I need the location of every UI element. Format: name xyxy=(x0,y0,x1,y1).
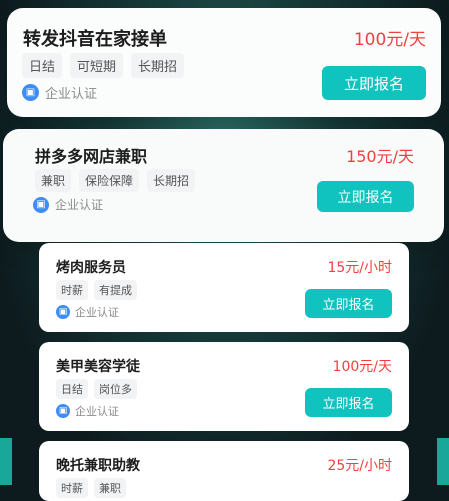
job-card[interactable]: 转发抖音在家接单 100元/天 日结 可短期 长期招 ▣ 企业认证 立即报名 xyxy=(7,8,441,117)
job-tags: 时薪 兼职 xyxy=(56,478,126,498)
company-certification: ▣ 企业认证 xyxy=(56,403,119,419)
job-tag: 岗位多 xyxy=(94,379,137,399)
apply-button[interactable]: 立即报名 xyxy=(305,388,392,417)
job-tag: 日结 xyxy=(56,379,88,399)
left-edge-strip xyxy=(0,438,12,485)
job-tag: 长期招 xyxy=(131,53,185,78)
apply-button[interactable]: 立即报名 xyxy=(322,66,426,100)
job-tag: 有提成 xyxy=(94,280,137,300)
apply-button[interactable]: 立即报名 xyxy=(305,289,392,318)
job-tag: 保险保障 xyxy=(79,169,140,192)
right-edge-strip xyxy=(437,438,449,485)
job-tags: 日结 岗位多 xyxy=(56,379,137,399)
job-salary: 25元/小时 xyxy=(327,458,392,474)
job-tag: 可短期 xyxy=(70,53,124,78)
company-certification: ▣ 企业认证 xyxy=(56,304,119,320)
job-tags: 日结 可短期 长期招 xyxy=(22,53,185,78)
certification-label: 企业认证 xyxy=(75,405,119,418)
certification-label: 企业认证 xyxy=(55,198,104,212)
job-card[interactable]: 美甲美容学徒 100元/天 日结 岗位多 ▣ 企业认证 立即报名 xyxy=(39,342,409,431)
job-title: 晚托兼职助教 xyxy=(56,458,140,474)
company-certification: ▣ 企业认证 xyxy=(22,83,97,102)
job-tag: 长期招 xyxy=(147,169,196,192)
job-salary: 15元/小时 xyxy=(327,260,392,276)
job-tag: 时薪 xyxy=(56,478,88,498)
job-tag: 兼职 xyxy=(94,478,126,498)
job-card[interactable]: 拼多多网店兼职 150元/天 兼职 保险保障 长期招 ▣ 企业认证 立即报名 xyxy=(3,129,444,242)
job-title: 烤肉服务员 xyxy=(56,260,126,276)
job-card[interactable]: 晚托兼职助教 25元/小时 时薪 兼职 xyxy=(39,441,409,501)
job-tag: 时薪 xyxy=(56,280,88,300)
certification-label: 企业认证 xyxy=(45,87,98,102)
apply-button[interactable]: 立即报名 xyxy=(317,181,414,212)
job-salary: 100元/天 xyxy=(332,359,392,375)
verified-company-icon: ▣ xyxy=(22,84,39,101)
job-title: 美甲美容学徒 xyxy=(56,359,140,375)
job-tags: 兼职 保险保障 长期招 xyxy=(35,169,196,192)
job-card[interactable]: 烤肉服务员 15元/小时 时薪 有提成 ▣ 企业认证 立即报名 xyxy=(39,243,409,332)
verified-company-icon: ▣ xyxy=(56,305,70,319)
job-title: 拼多多网店兼职 xyxy=(35,147,148,166)
verified-company-icon: ▣ xyxy=(56,404,70,418)
job-tag: 兼职 xyxy=(35,169,72,192)
certification-label: 企业认证 xyxy=(75,306,119,319)
job-tags: 时薪 有提成 xyxy=(56,280,137,300)
company-certification: ▣ 企业认证 xyxy=(33,196,103,213)
verified-company-icon: ▣ xyxy=(33,196,49,213)
job-tag: 日结 xyxy=(22,53,63,78)
job-salary: 100元/天 xyxy=(353,30,426,50)
job-title: 转发抖音在家接单 xyxy=(23,29,167,50)
job-salary: 150元/天 xyxy=(346,147,414,166)
